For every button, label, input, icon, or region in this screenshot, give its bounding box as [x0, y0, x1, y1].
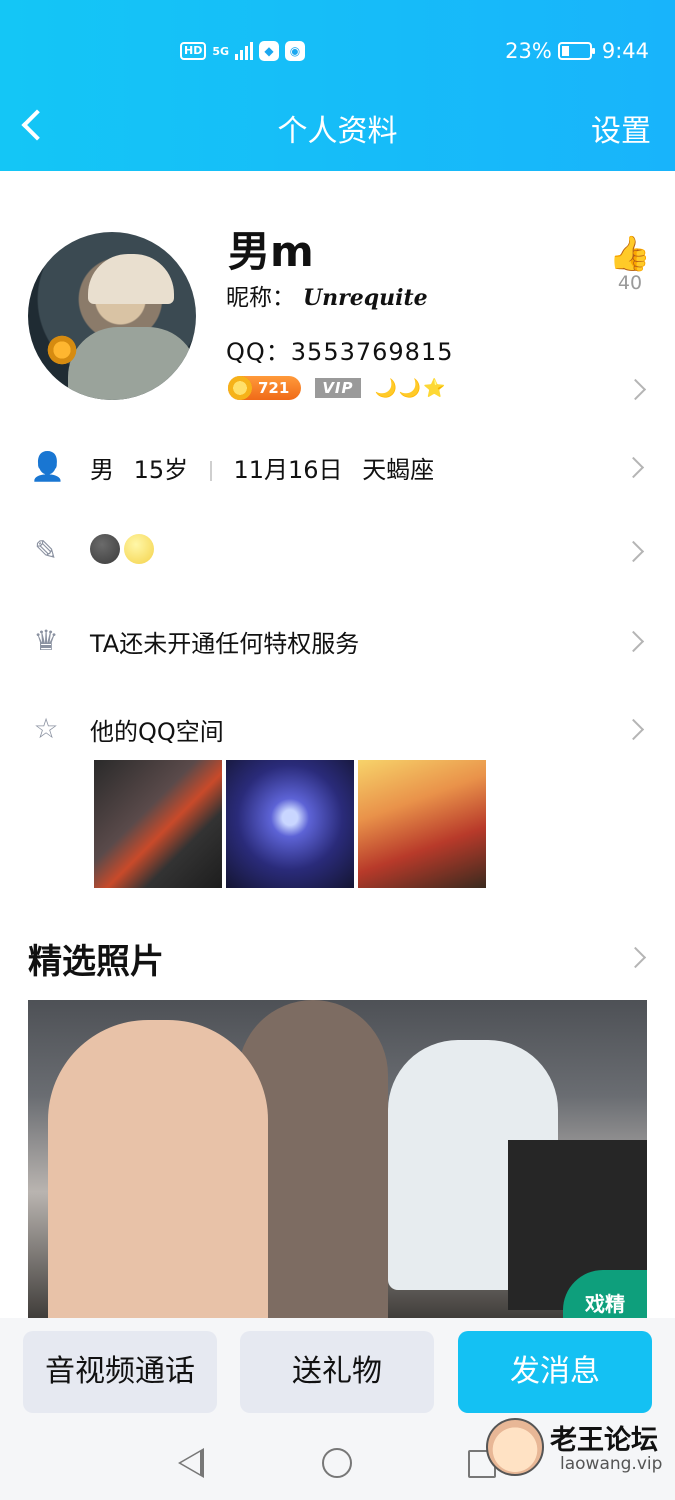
crown-icon: ♛ [33, 624, 59, 657]
send-message-button[interactable]: 发消息 [458, 1331, 652, 1413]
qzone-thumbnail[interactable] [226, 760, 354, 888]
qq-value: 3553769815 [290, 338, 454, 366]
status-left: HD 5G ◆ ◉ [180, 36, 306, 66]
chevron-right-icon [622, 630, 645, 653]
clock: 9:44 [601, 39, 649, 63]
vip-badge[interactable]: VIP [315, 378, 361, 398]
featured-photo[interactable]: 戏精 [28, 1000, 647, 1320]
chevron-right-icon[interactable] [624, 946, 647, 969]
like-count: 40 [617, 272, 643, 294]
qzone-text: 他的QQ空间 [90, 718, 224, 746]
chevron-right-icon [622, 540, 645, 563]
nickname-label: 昵称： [226, 285, 295, 311]
row-qzone[interactable]: ☆ 他的QQ空间 [0, 698, 675, 758]
full-moon-face-icon [124, 534, 154, 564]
nav-bar: 个人资料 设置 [0, 98, 675, 154]
thumbs-up-icon: 👍 [608, 234, 652, 274]
row-signature[interactable]: ✎ 🌚🌝 [0, 520, 675, 580]
watermark-url: laowang.vip [560, 1454, 663, 1474]
watermark-logo-icon [486, 1418, 544, 1476]
basic-info-text: 男 15岁 11月16日 天蝎座 [90, 456, 435, 484]
star-icon: ☆ [33, 712, 59, 745]
qq-number: QQ：3553769815 [226, 332, 453, 367]
action-bar: 音视频通话 送礼物 发消息 [0, 1318, 675, 1428]
person-icon: 👤 [30, 450, 65, 483]
profile-name: 男m [228, 227, 314, 276]
coin-icon [228, 376, 252, 400]
level-icons[interactable]: 🌙🌙⭐ [375, 378, 448, 399]
qzone-thumbnail[interactable] [94, 760, 222, 888]
video-call-button[interactable]: 音视频通话 [23, 1331, 217, 1413]
signature-text: 🌚🌝 [90, 534, 158, 564]
badges[interactable]: 721 VIP 🌙🌙⭐ [228, 376, 448, 400]
qzone-thumbnails[interactable] [94, 760, 486, 888]
nav-back-icon[interactable] [178, 1448, 204, 1478]
qzone-thumbnail[interactable] [358, 760, 486, 888]
header: HD 5G ◆ ◉ 23% 9:44 个人资料 设置 [0, 0, 675, 171]
qq-label: QQ： [226, 338, 291, 366]
watermark: 老王论坛 laowang.vip [482, 1414, 672, 1484]
page-title: 个人资料 [277, 114, 398, 149]
signal-icon [235, 42, 254, 60]
row-privilege[interactable]: ♛ TA还未开通任何特权服务 [0, 610, 675, 670]
hd-icon: HD [180, 42, 207, 60]
watermark-title: 老王论坛 [550, 1425, 658, 1456]
shield-icon: ◆ [259, 41, 280, 61]
battery-percent: 23% [505, 39, 552, 63]
chevron-right-icon[interactable] [624, 378, 647, 401]
row-basic-info[interactable]: 👤 男 15岁 11月16日 天蝎座 [0, 436, 675, 496]
featured-photos-title: 精选照片 [28, 942, 164, 982]
like-button[interactable]: 👍 40 [608, 234, 652, 294]
avatar[interactable] [28, 232, 196, 400]
settings-button[interactable]: 设置 [591, 106, 651, 150]
status-right: 23% 9:44 [505, 36, 649, 66]
signal-label: 5G [212, 44, 230, 58]
divider [209, 461, 212, 481]
chevron-right-icon [622, 718, 645, 741]
privilege-text: TA还未开通任何特权服务 [90, 630, 360, 658]
edit-icon: ✎ [34, 534, 58, 567]
nickname: 昵称： Unrequite [226, 278, 428, 312]
chevron-right-icon [622, 456, 645, 479]
new-moon-face-icon [90, 534, 120, 564]
coin-badge[interactable]: 721 [228, 376, 302, 400]
nickname-value: Unrequite [303, 285, 428, 311]
send-gift-button[interactable]: 送礼物 [240, 1331, 434, 1413]
battery-icon [557, 42, 595, 60]
nav-home-icon[interactable] [322, 1448, 352, 1478]
bulb-icon: ◉ [285, 41, 306, 61]
